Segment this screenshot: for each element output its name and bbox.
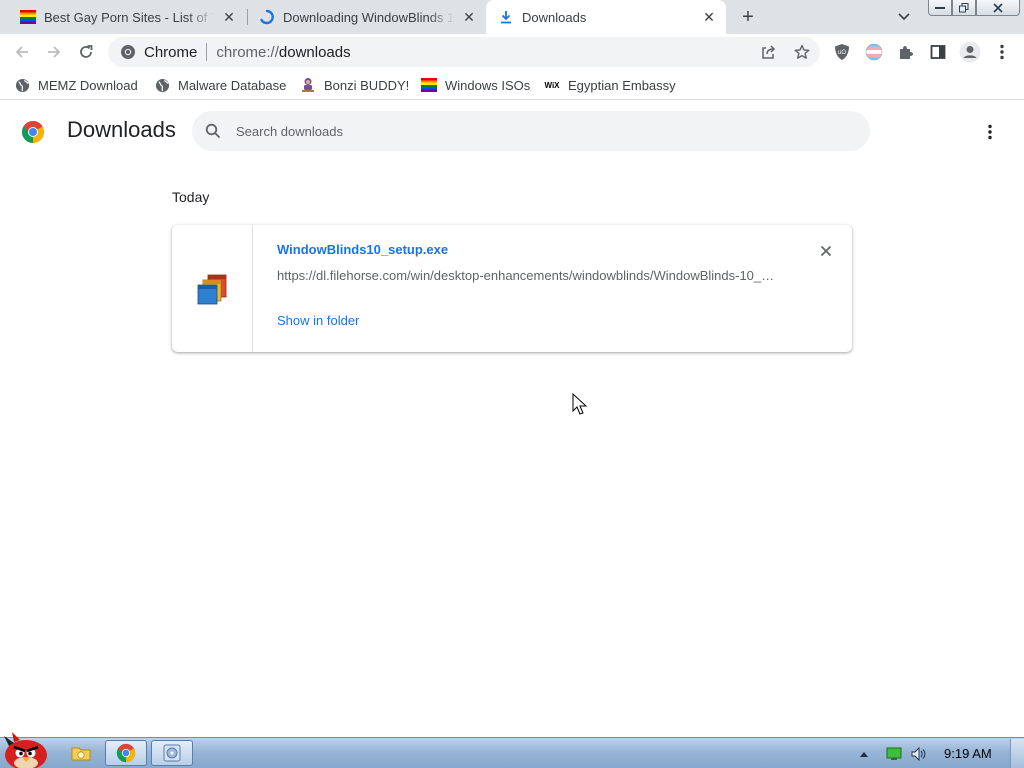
- chrome-menu-icon[interactable]: [992, 42, 1012, 62]
- reload-button[interactable]: [74, 40, 98, 64]
- svg-text:WiX: WiX: [544, 81, 560, 90]
- volume-speaker-icon[interactable]: [910, 746, 926, 762]
- chrome-taskbar-icon: [116, 743, 136, 763]
- search-box[interactable]: [192, 111, 870, 151]
- file-icon-column: [172, 225, 253, 352]
- tab-close-icon[interactable]: ✕: [220, 8, 238, 26]
- windowblinds-file-icon: [195, 272, 229, 306]
- minimize-button[interactable]: [928, 0, 952, 16]
- site-info[interactable]: Chrome: [120, 44, 197, 61]
- site-label: Chrome: [144, 43, 198, 61]
- mouse-cursor-icon: [572, 392, 588, 417]
- bookmarks-bar: MEMZ Download Malware Database Bonzi BUD…: [0, 70, 1024, 100]
- explorer-folder-icon: [71, 744, 91, 762]
- download-item: WindowBlinds10_setup.exe https://dl.file…: [172, 225, 852, 352]
- rainbow-flag-icon: [421, 77, 437, 93]
- network-status-icon[interactable]: [886, 746, 902, 762]
- back-button[interactable]: [10, 40, 34, 64]
- bookmark-label: Egyptian Embassy: [568, 77, 676, 93]
- chrome-logo-icon: [21, 120, 45, 144]
- close-window-button[interactable]: [976, 0, 1020, 16]
- file-name-link[interactable]: WindowBlinds10_setup.exe: [277, 242, 448, 257]
- taskbar-media-button[interactable]: [151, 740, 193, 766]
- tab-downloading-windowblinds[interactable]: Downloading WindowBlinds 1 ✕: [239, 0, 486, 34]
- address-bar[interactable]: Chrome chrome://downloads: [108, 37, 820, 67]
- chrome-logo-icon: [120, 44, 136, 60]
- share-icon[interactable]: [758, 42, 778, 62]
- globe-icon: [154, 77, 170, 93]
- restore-button[interactable]: [952, 0, 976, 16]
- taskbar-explorer-button[interactable]: [60, 740, 102, 766]
- url-text[interactable]: chrome://downloads: [216, 44, 350, 61]
- tab-title: Downloads: [522, 9, 587, 25]
- tab-search-chevron-icon[interactable]: [894, 8, 914, 26]
- browser-toolbar: Chrome chrome://downloads uO: [0, 34, 1024, 70]
- show-desktop-button[interactable]: [1010, 739, 1024, 768]
- taskbar-clock[interactable]: 9:19 AM: [944, 746, 992, 761]
- show-hidden-icons-arrow-icon[interactable]: [856, 746, 872, 762]
- media-disc-icon: [162, 743, 182, 763]
- ublock-origin-icon[interactable]: uO: [832, 42, 852, 62]
- show-in-folder-link[interactable]: Show in folder: [277, 313, 359, 328]
- search-input[interactable]: [236, 123, 836, 139]
- search-icon: [204, 122, 222, 140]
- window-controls: [928, 0, 1020, 18]
- tab-gay-porn-sites[interactable]: Best Gay Porn Sites - List of Top ✕: [0, 0, 246, 34]
- bookmark-memz-download[interactable]: MEMZ Download: [14, 75, 138, 95]
- bonzi-icon: [300, 77, 316, 93]
- file-source-url[interactable]: https://dl.filehorse.com/win/desktop-enh…: [277, 268, 777, 283]
- tab-close-icon[interactable]: ✕: [700, 8, 718, 26]
- bookmark-egyptian-embassy[interactable]: WiX Egyptian Embassy: [544, 75, 676, 95]
- bookmark-star-icon[interactable]: [792, 42, 812, 62]
- extensions-puzzle-icon[interactable]: [896, 42, 916, 62]
- forward-button[interactable]: [42, 40, 66, 64]
- bookmark-malware-database[interactable]: Malware Database: [154, 75, 286, 95]
- downloads-page: Downloads Today: [0, 101, 1024, 737]
- omnibox-divider: [206, 43, 208, 61]
- loading-spinner-icon: [259, 9, 275, 25]
- new-tab-button[interactable]: +: [736, 6, 760, 28]
- downloads-menu-icon[interactable]: [978, 120, 1002, 144]
- tab-title: Best Gay Porn Sites - List of Top: [44, 9, 214, 25]
- bookmark-label: MEMZ Download: [38, 77, 138, 93]
- profile-avatar-icon[interactable]: [958, 41, 982, 63]
- tab-close-icon[interactable]: ✕: [460, 8, 478, 26]
- windows-taskbar: 9:19 AM: [0, 732, 1024, 768]
- taskbar-chrome-button[interactable]: [105, 740, 147, 766]
- date-section-label: Today: [172, 189, 210, 205]
- downloads-header: Downloads: [0, 101, 1024, 161]
- tab-downloads[interactable]: Downloads ✕: [486, 0, 726, 34]
- tab-title: Downloading WindowBlinds 1: [283, 9, 454, 25]
- tab-strip: Best Gay Porn Sites - List of Top ✕ Down…: [0, 0, 1024, 34]
- bookmark-label: Malware Database: [178, 77, 287, 93]
- page-title: Downloads: [67, 117, 176, 142]
- svg-text:uO: uO: [838, 50, 846, 56]
- side-panel-icon[interactable]: [928, 42, 948, 62]
- browser-window: Best Gay Porn Sites - List of Top ✕ Down…: [0, 0, 1024, 768]
- trans-flag-extension-icon[interactable]: [864, 42, 884, 62]
- wix-icon: WiX: [544, 77, 560, 93]
- rainbow-flag-icon: [20, 9, 36, 25]
- bookmark-bonzi-buddy[interactable]: Bonzi BUDDY!: [300, 75, 409, 95]
- start-button-angry-bird-icon[interactable]: [0, 728, 52, 768]
- system-tray: [856, 738, 934, 768]
- bookmark-label: Windows ISOs: [445, 77, 531, 93]
- bookmark-label: Bonzi BUDDY!: [324, 77, 410, 93]
- globe-icon: [14, 77, 30, 93]
- remove-download-close-icon[interactable]: [816, 241, 836, 261]
- bookmark-windows-isos[interactable]: Windows ISOs: [421, 75, 530, 95]
- download-icon: [498, 9, 514, 25]
